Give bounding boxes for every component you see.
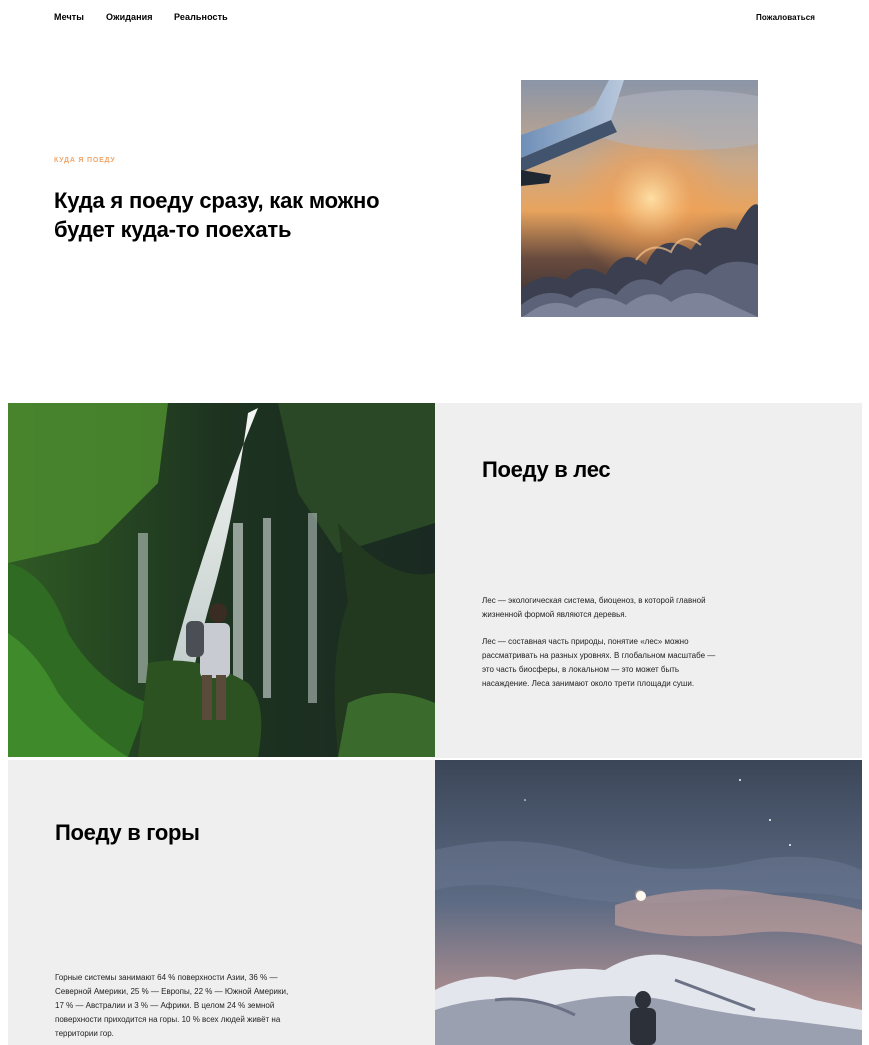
top-nav: Мечты Ожидания Реальность Пожаловаться [0, 0, 869, 36]
nav-link-expectations[interactable]: Ожидания [106, 12, 153, 22]
nav-link-dreams[interactable]: Мечты [54, 12, 84, 22]
forest-section: Поеду в лес Лес — экологическая система,… [435, 403, 862, 758]
hero-eyebrow: Куда я поеду [54, 157, 116, 164]
hero-title: Куда я поеду сразу, как можно будет куда… [54, 188, 380, 242]
forest-paragraph-2: Лес — составная часть природы, понятие «… [482, 637, 716, 688]
mountains-title: Поеду в горы [55, 820, 200, 845]
forest-waterfall-photo [8, 403, 435, 757]
mountains-section: Поеду в горы Горные системы занимают 64 … [8, 760, 435, 1045]
nav-link-complain[interactable]: Пожаловаться [756, 13, 815, 22]
mountain-night-photo [435, 760, 862, 1045]
forest-paragraph-1: Лес — экологическая система, биоценоз, в… [482, 596, 706, 619]
mountains-paragraph: Горные системы занимают 64 % поверхности… [55, 973, 289, 1038]
airplane-wing-photo [521, 80, 758, 317]
forest-title: Поеду в лес [482, 457, 611, 482]
nav-link-reality[interactable]: Реальность [174, 12, 228, 22]
